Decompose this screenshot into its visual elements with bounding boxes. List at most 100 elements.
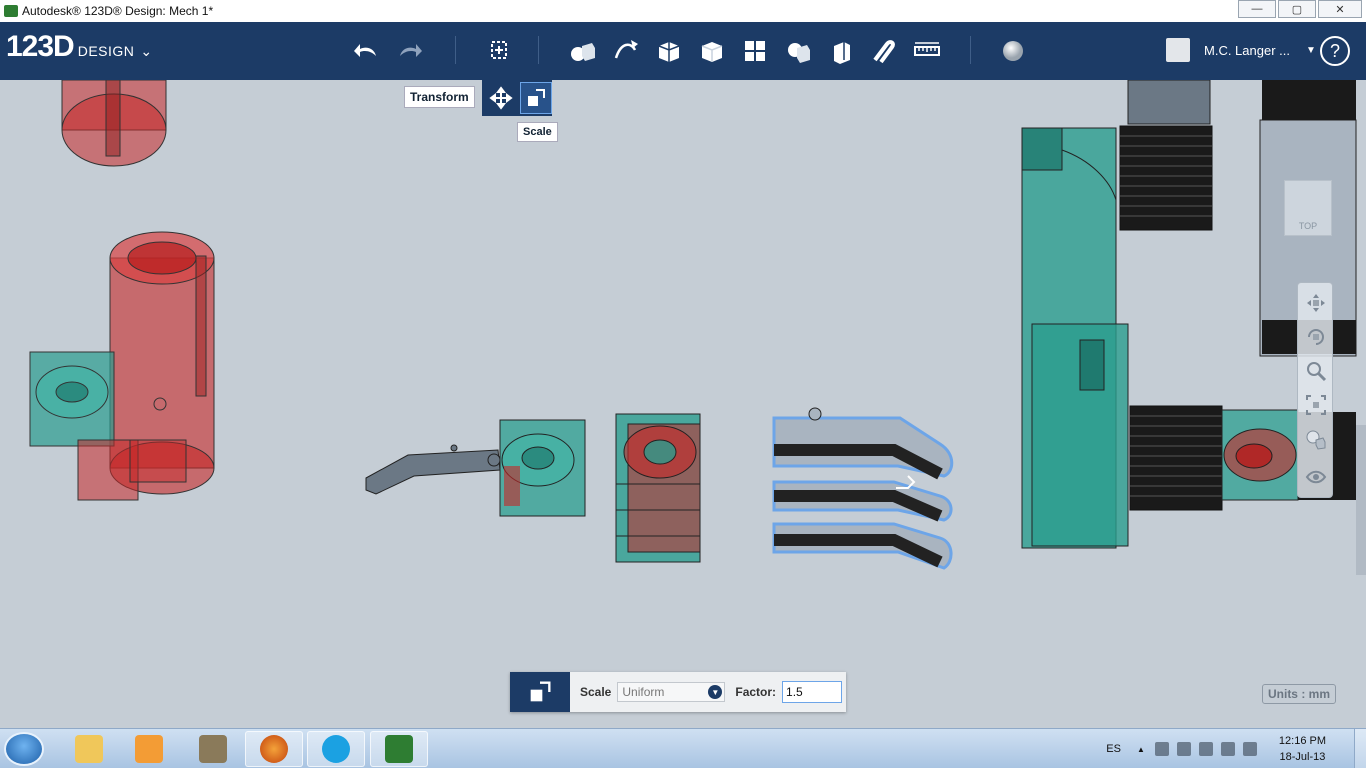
avatar — [1166, 38, 1190, 62]
grouping-button[interactable] — [781, 34, 815, 68]
move-icon — [489, 86, 513, 110]
taskbar-firefox[interactable] — [245, 731, 303, 767]
modify-button[interactable] — [695, 34, 729, 68]
toolbar-separator — [455, 36, 456, 64]
visual-style-button[interactable] — [1304, 427, 1328, 451]
volume-icon[interactable] — [1198, 742, 1213, 756]
scale-panel: Scale Uniform ▼ Factor: 1.5 — [510, 672, 846, 712]
undo-icon — [354, 44, 376, 57]
snap-button[interactable] — [867, 34, 901, 68]
app-icon — [199, 735, 227, 763]
scale-icon — [528, 89, 545, 106]
pattern-button[interactable] — [738, 34, 772, 68]
app-header: 123D DESIGN ⌄ M.C. Langer ... ▼ ? — [0, 22, 1366, 80]
combine-button[interactable] — [824, 34, 858, 68]
taskbar-explorer[interactable] — [60, 731, 118, 767]
start-button[interactable] — [4, 732, 44, 766]
eye-icon — [1305, 470, 1327, 484]
app-icon — [4, 5, 18, 17]
orbit-icon — [1308, 329, 1324, 345]
material-button[interactable] — [996, 34, 1030, 68]
flag-icon[interactable] — [1154, 742, 1169, 756]
grouping-icon — [788, 43, 810, 63]
clock[interactable]: 12:16 PM 18-Jul-13 — [1279, 733, 1326, 765]
taskbar-app-3[interactable] — [184, 731, 242, 767]
fit-icon — [1306, 395, 1326, 415]
transform-icon — [491, 41, 507, 59]
zoom-button[interactable] — [1304, 359, 1328, 383]
chevron-down-icon: ⌄ — [140, 43, 153, 59]
scale-mode-select[interactable]: Uniform ▼ — [617, 682, 726, 702]
transform-tooltip: Transform — [404, 86, 475, 108]
combine-icon — [834, 42, 850, 64]
zoom-icon — [1307, 362, 1327, 382]
user-name: M.C. Langer ... — [1204, 42, 1290, 58]
maximize-button[interactable]: ▢ — [1278, 0, 1316, 18]
pan-button[interactable] — [1304, 291, 1328, 315]
lever-part[interactable] — [365, 419, 586, 517]
pan-icon — [1307, 294, 1325, 312]
show-desktop-button[interactable] — [1354, 729, 1366, 768]
visibility-button[interactable] — [1304, 465, 1328, 489]
modify-icon — [701, 42, 723, 62]
123d-design-icon — [385, 735, 413, 763]
user-caret: ▼ — [1305, 44, 1316, 56]
scale-button[interactable] — [520, 82, 552, 114]
system-tray: ES ▲ 12:16 PM 18-Jul-13 — [1106, 729, 1366, 768]
stacked-block[interactable] — [615, 413, 701, 563]
units-indicator[interactable]: Units : mm — [1262, 684, 1336, 704]
skype-icon — [322, 735, 350, 763]
app-menu-logo[interactable]: 123D DESIGN ⌄ — [6, 30, 152, 64]
speaker-icon[interactable] — [1242, 742, 1257, 756]
side-panel-handle[interactable] — [1356, 425, 1366, 575]
pattern-icon — [745, 41, 765, 61]
snap-icon — [873, 40, 895, 64]
transform-button[interactable] — [482, 34, 516, 68]
clock-date: 18-Jul-13 — [1279, 751, 1326, 763]
sketch-button[interactable] — [609, 34, 643, 68]
taskbar-123d-design[interactable] — [370, 731, 428, 767]
close-button[interactable]: ✕ — [1318, 0, 1362, 18]
network-device-icon[interactable] — [1176, 742, 1191, 756]
logo-subtext: DESIGN — [77, 43, 135, 59]
folder-icon — [75, 735, 103, 763]
orbit-button[interactable] — [1304, 325, 1328, 349]
measure-button[interactable] — [910, 34, 944, 68]
left-assembly[interactable] — [29, 231, 215, 501]
taskbar: ES ▲ 12:16 PM 18-Jul-13 — [0, 728, 1366, 768]
view-cube[interactable]: TOP — [1284, 180, 1332, 236]
3d-viewport[interactable]: TOP — [0, 80, 1366, 728]
move-button[interactable] — [485, 82, 517, 114]
undo-button[interactable] — [350, 34, 384, 68]
chevron-down-icon: ▼ — [708, 685, 723, 699]
taskbar-media-player[interactable] — [120, 731, 178, 767]
signal-icon[interactable] — [1220, 742, 1235, 756]
red-cylinder-top[interactable] — [61, 80, 167, 167]
selected-gray-part[interactable] — [772, 407, 954, 570]
sketch-icon — [614, 40, 638, 59]
scene-canvas[interactable] — [0, 80, 1366, 728]
language-indicator[interactable]: ES — [1106, 743, 1121, 755]
window-titlebar: Autodesk® 123D® Design: Mech 1* — ▢ ✕ — [0, 0, 1366, 22]
view-cube-face: TOP — [1298, 221, 1318, 231]
taskbar-skype[interactable] — [307, 731, 365, 767]
redo-icon — [400, 44, 422, 57]
redo-button[interactable] — [392, 34, 426, 68]
factor-input[interactable]: 1.5 — [782, 681, 843, 703]
material-icon — [1003, 41, 1023, 61]
measure-icon — [914, 42, 940, 56]
scale-mode-value: Uniform — [622, 685, 665, 699]
firefox-icon — [260, 735, 288, 763]
fit-button[interactable] — [1304, 393, 1328, 417]
construct-icon — [658, 42, 680, 62]
construct-button[interactable] — [652, 34, 686, 68]
minimize-button[interactable]: — — [1238, 0, 1276, 18]
transform-flyout — [482, 80, 552, 116]
user-menu[interactable]: M.C. Langer ... ▼ — [1166, 38, 1316, 62]
visual-style-icon — [1306, 430, 1326, 450]
clock-time: 12:16 PM — [1278, 735, 1326, 747]
help-button[interactable]: ? — [1320, 36, 1350, 66]
primitives-button[interactable] — [566, 34, 600, 68]
logo-text: 123D — [6, 30, 75, 63]
show-hidden-icons-icon[interactable]: ▲ — [1137, 745, 1145, 754]
